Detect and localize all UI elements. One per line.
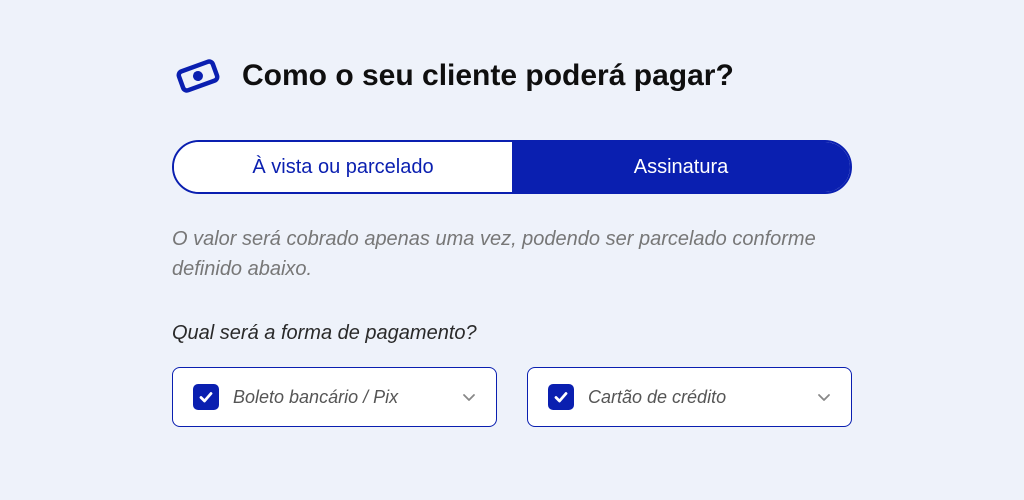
tab-subscription[interactable]: Assinatura — [512, 142, 850, 192]
tab-one-time-label: À vista ou parcelado — [252, 156, 433, 179]
checkbox-checked-icon — [193, 384, 219, 410]
payment-config-panel: Como o seu cliente poderá pagar? À vista… — [172, 50, 852, 500]
method-label: Boleto bancário / Pix — [233, 387, 462, 408]
method-label: Cartão de crédito — [588, 387, 817, 408]
money-icon — [172, 50, 224, 102]
tab-subscription-label: Assinatura — [634, 156, 729, 179]
payment-methods-row: Boleto bancário / Pix Cartão de crédito — [172, 367, 852, 427]
page-title: Como o seu cliente poderá pagar? — [242, 59, 734, 93]
method-credit-card[interactable]: Cartão de crédito — [527, 367, 852, 427]
chevron-down-icon — [462, 390, 476, 404]
header: Como o seu cliente poderá pagar? — [172, 50, 852, 102]
payment-mode-toggle: À vista ou parcelado Assinatura — [172, 140, 852, 194]
tab-one-time[interactable]: À vista ou parcelado — [174, 142, 512, 192]
chevron-down-icon — [817, 390, 831, 404]
method-boleto-pix[interactable]: Boleto bancário / Pix — [172, 367, 497, 427]
mode-description: O valor será cobrado apenas uma vez, pod… — [172, 224, 852, 284]
checkbox-checked-icon — [548, 384, 574, 410]
payment-method-subtitle: Qual será a forma de pagamento? — [172, 322, 852, 345]
